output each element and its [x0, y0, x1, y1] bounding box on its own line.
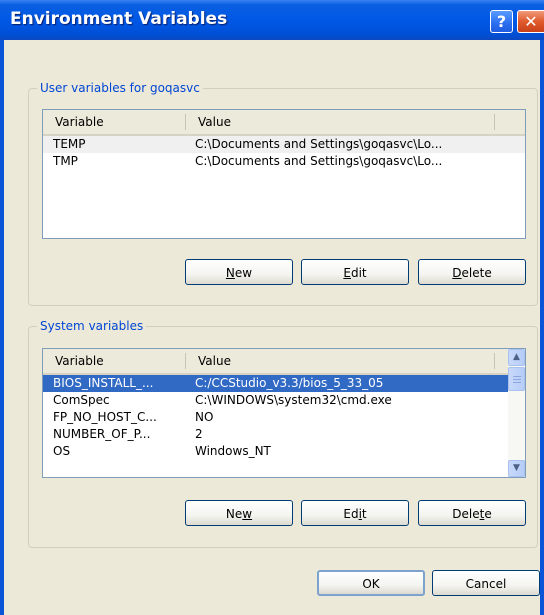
variable-name: TMP [53, 154, 78, 168]
variable-name: FP_NO_HOST_C... [53, 410, 157, 424]
list-row[interactable]: FP_NO_HOST_C... NO [43, 409, 525, 426]
system-new-button[interactable]: New [185, 500, 293, 526]
access-key: D [452, 266, 462, 280]
list-row-selected[interactable]: BIOS_INSTALL_... C:/CCStudio_v3.3/bios_5… [43, 375, 508, 392]
access-key: w [242, 507, 253, 521]
chevron-down-icon: ▼ [513, 463, 520, 473]
window-title: Environment Variables [10, 9, 228, 29]
column-header-value[interactable]: Value [186, 349, 494, 373]
column-header-value[interactable]: Value [186, 110, 494, 134]
button-label: t [361, 507, 367, 521]
window-border-right [540, 40, 544, 615]
system-variables-list[interactable]: Variable Value BIOS_INSTALL_... C:/CCStu… [42, 348, 526, 478]
column-header-variable[interactable]: Variable [43, 110, 185, 134]
question-mark-icon: ? [496, 12, 507, 31]
scroll-thumb[interactable] [508, 367, 525, 391]
variable-name: NUMBER_OF_P... [53, 427, 151, 441]
vertical-scrollbar[interactable]: ▲ ▼ [508, 349, 525, 477]
variable-value: C:\Documents and Settings\goqasvc\Lo... [195, 137, 443, 151]
ok-button[interactable]: OK [317, 570, 425, 596]
column-divider[interactable] [494, 353, 495, 369]
user-new-button[interactable]: New [185, 259, 293, 285]
list-row[interactable]: TMP C:\Documents and Settings\goqasvc\Lo… [43, 153, 525, 170]
variable-value: NO [195, 410, 214, 424]
button-label: Ne [225, 507, 243, 521]
button-label: ew [234, 266, 253, 280]
list-row[interactable]: NUMBER_OF_P... 2 [43, 426, 525, 443]
system-delete-button[interactable]: Delete [418, 500, 526, 526]
help-button[interactable]: ? [490, 10, 513, 33]
access-key: N [225, 266, 235, 280]
button-label: Dele [452, 507, 480, 521]
window-border-left [0, 40, 4, 615]
cancel-button[interactable]: Cancel [432, 570, 540, 596]
variable-value: C:/CCStudio_v3.3/bios_5_33_05 [195, 376, 384, 390]
close-button[interactable]: ✕ [517, 10, 544, 33]
variable-value: Windows_NT [195, 444, 271, 458]
title-bar[interactable]: Environment Variables ? ✕ [0, 0, 544, 40]
button-label: Ed [343, 507, 359, 521]
variable-name: TEMP [53, 137, 86, 151]
system-variables-label: System variables [37, 318, 147, 334]
access-key: E [343, 266, 351, 280]
list-row[interactable]: TEMP C:\Documents and Settings\goqasvc\L… [43, 136, 525, 153]
button-label: dit [350, 266, 367, 280]
button-label: e [484, 507, 492, 521]
variable-value: C:\WINDOWS\system32\cmd.exe [195, 393, 392, 407]
variable-name: BIOS_INSTALL_... [53, 376, 154, 390]
list-row[interactable]: ComSpec C:\WINDOWS\system32\cmd.exe [43, 392, 525, 409]
variable-value: C:\Documents and Settings\goqasvc\Lo... [195, 154, 443, 168]
scroll-up-button[interactable]: ▲ [508, 349, 525, 366]
user-edit-button[interactable]: Edit [301, 259, 409, 285]
user-variables-list[interactable]: Variable Value TEMP C:\Documents and Set… [42, 109, 526, 239]
list-header: Variable Value [43, 349, 525, 375]
variable-name: ComSpec [53, 393, 110, 407]
user-variables-label: User variables for goqasvc [37, 80, 203, 96]
system-edit-button[interactable]: Edit [301, 500, 409, 526]
variable-name: OS [53, 444, 71, 458]
list-header: Variable Value [43, 110, 525, 136]
scroll-down-button[interactable]: ▼ [508, 460, 525, 477]
chevron-up-icon: ▲ [513, 352, 520, 362]
list-row[interactable]: OS Windows_NT [43, 443, 525, 460]
user-delete-button[interactable]: Delete [418, 259, 526, 285]
button-label: elete [461, 266, 492, 280]
close-icon: ✕ [524, 12, 538, 31]
column-header-variable[interactable]: Variable [43, 349, 185, 373]
variable-value: 2 [195, 427, 203, 441]
column-divider[interactable] [494, 114, 495, 130]
